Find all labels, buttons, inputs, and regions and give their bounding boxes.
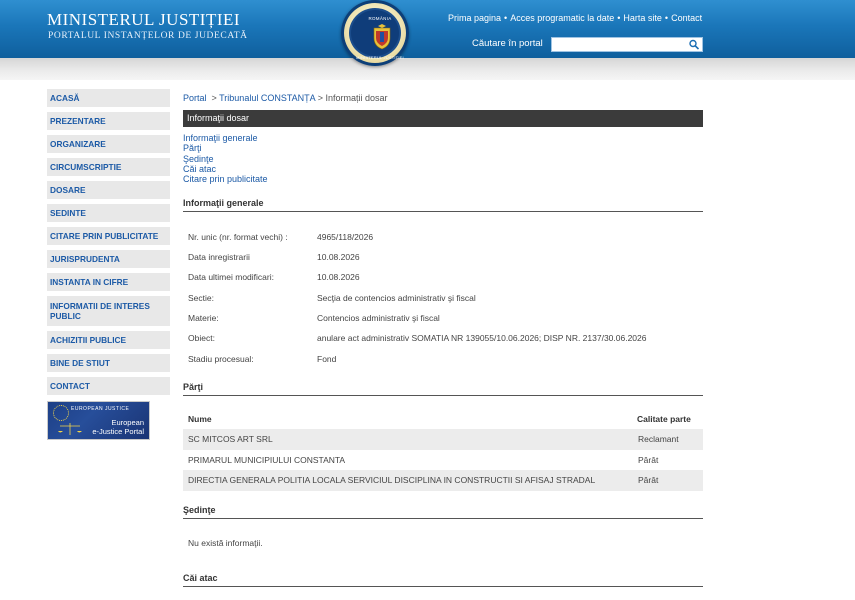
breadcrumb-current: Informații dosar bbox=[325, 93, 388, 103]
column-header-role: Calitate parte bbox=[637, 414, 691, 424]
sidebar-item-contact[interactable]: CONTACT bbox=[47, 377, 170, 396]
sedinte-empty-message: Nu există informaţii. bbox=[188, 538, 263, 548]
top-link-separator: • bbox=[664, 13, 669, 23]
breadcrumb-separator: > bbox=[317, 93, 323, 103]
sidebar-item-circumscriptie[interactable]: CIRCUMSCRIPTIE bbox=[47, 158, 170, 177]
info-value: anulare act administrativ SOMATIA NR 139… bbox=[317, 333, 647, 343]
breadcrumb-court[interactable]: Tribunalul CONSTANȚA bbox=[219, 93, 315, 103]
eu-stars-icon bbox=[53, 405, 69, 421]
section-heading-cai-atac: Căi atac bbox=[183, 573, 703, 587]
table-header: Nume Calitate parte bbox=[183, 409, 703, 429]
sidebar-item-acasa[interactable]: ACASĂ bbox=[47, 89, 170, 108]
page: MINISTERUL JUSTIȚIEI PORTALUL INSTANȚELO… bbox=[0, 0, 855, 600]
site-title[interactable]: MINISTERUL JUSTIȚIEI bbox=[47, 10, 240, 30]
top-link-sitemap[interactable]: Harta site bbox=[623, 13, 662, 23]
info-label: Stadiu procesual: bbox=[188, 354, 254, 364]
info-value: 10.08.2026 bbox=[317, 272, 360, 282]
party-role: Pârât bbox=[638, 475, 659, 485]
sidebar-item-citare[interactable]: CITARE PRIN PUBLICITATE bbox=[47, 227, 170, 246]
section-heading-general: Informaţii generale bbox=[183, 198, 703, 212]
sidebar-item-achizitii[interactable]: ACHIZITII PUBLICE bbox=[47, 331, 170, 350]
anchor-sedinte[interactable]: Şedinţe bbox=[183, 154, 268, 164]
sidebar-item-instanta-in-cifre[interactable]: INSTANTA IN CIFRE bbox=[47, 273, 170, 292]
top-links: Prima pagina • Acces programatic la date • H… bbox=[448, 13, 702, 23]
info-label: Data ultimei modificari: bbox=[188, 272, 274, 282]
top-link-separator: • bbox=[617, 13, 621, 23]
anchor-citare[interactable]: Citare prin publicitate bbox=[183, 174, 268, 184]
info-value: Secţia de contencios administrativ şi fi… bbox=[317, 293, 476, 303]
breadcrumb: Portal > Tribunalul CONSTANȚA > Informaț… bbox=[183, 93, 388, 103]
seal-top-text: ROMÂNIA bbox=[368, 16, 392, 21]
top-link-home[interactable]: Prima pagina bbox=[448, 13, 501, 23]
sidebar-item-prezentare[interactable]: PREZENTARE bbox=[47, 112, 170, 131]
header-shade bbox=[0, 58, 855, 80]
info-value: 4965/118/2026 bbox=[317, 232, 374, 242]
top-link-api[interactable]: Acces programatic la date bbox=[510, 13, 614, 23]
party-name: PRIMARUL MUNICIPIULUI CONSTANTA bbox=[188, 454, 346, 465]
ejustice-line1: European bbox=[111, 418, 144, 427]
column-header-name: Nume bbox=[188, 414, 212, 424]
ejustice-portal-banner[interactable]: EUROPEAN JUSTICE European e-Justice Port… bbox=[47, 401, 150, 440]
info-label: Data inregistrarii bbox=[188, 252, 250, 262]
top-link-contact[interactable]: Contact bbox=[671, 13, 702, 23]
seal-bottom-text: MINISTERUL JUSTIȚIEI bbox=[356, 55, 404, 60]
anchor-cai-atac[interactable]: Căi atac bbox=[183, 164, 268, 174]
info-label: Materie: bbox=[188, 313, 219, 323]
site-header: MINISTERUL JUSTIȚIEI PORTALUL INSTANȚELO… bbox=[0, 0, 855, 58]
info-label: Nr. unic (nr. format vechi) : bbox=[188, 232, 288, 242]
breadcrumb-portal[interactable]: Portal bbox=[183, 93, 207, 103]
ministry-seal-logo[interactable]: ROMÂNIA MINISTERUL JUSTIȚIEI bbox=[341, 0, 409, 66]
party-name: SC MITCOS ART SRL bbox=[188, 434, 273, 444]
info-value: Fond bbox=[317, 354, 337, 364]
ejustice-eu-label: EUROPEAN JUSTICE bbox=[71, 406, 130, 412]
section-anchor-links: Informaţii generale Părţi Şedinţe Căi at… bbox=[183, 133, 268, 184]
info-label: Sectie: bbox=[188, 293, 214, 303]
ejustice-line2: e-Justice Portal bbox=[92, 427, 144, 436]
sidebar-item-bine-de-stiut[interactable]: BINE DE STIUT bbox=[47, 354, 170, 373]
sidebar-item-dosare[interactable]: DOSARE bbox=[47, 181, 170, 200]
table-row: DIRECTIA GENERALA POLITIA LOCALA SERVICI… bbox=[183, 470, 703, 491]
panel-title: Informaţii dosar bbox=[183, 110, 703, 127]
table-row: SC MITCOS ART SRL Reclamant bbox=[183, 429, 703, 450]
parti-table: Nume Calitate parte SC MITCOS ART SRL Re… bbox=[183, 409, 703, 491]
anchor-parti[interactable]: Părţi bbox=[183, 143, 268, 153]
party-role: Reclamant bbox=[638, 434, 679, 444]
sidebar-item-sedinte[interactable]: SEDINTE bbox=[47, 204, 170, 223]
sidebar-item-interes-public[interactable]: INFORMATII DE INTERES PUBLIC bbox=[47, 296, 170, 327]
info-value: Contencios administrativ şi fiscal bbox=[317, 313, 440, 323]
sidebar-item-jurisprudenta[interactable]: JURISPRUDENTA bbox=[47, 250, 170, 269]
search-icon[interactable] bbox=[688, 39, 700, 50]
section-heading-parti: Părţi bbox=[183, 382, 703, 396]
search-label: Căutare în portal bbox=[472, 38, 543, 49]
party-role: Pârât bbox=[638, 454, 659, 465]
sidebar-item-organizare[interactable]: ORGANIZARE bbox=[47, 135, 170, 154]
search-input[interactable] bbox=[552, 38, 686, 51]
breadcrumb-separator: > bbox=[211, 93, 217, 103]
info-value: 10.08.2026 bbox=[317, 252, 360, 262]
table-row: PRIMARUL MUNICIPIULUI CONSTANTA Pârât bbox=[183, 450, 703, 471]
info-label: Obiect: bbox=[188, 333, 215, 343]
seal-ring: ROMÂNIA MINISTERUL JUSTIȚIEI bbox=[349, 8, 404, 60]
sidebar-nav: ACASĂ PREZENTARE ORGANIZARE CIRCUMSCRIPT… bbox=[47, 89, 170, 440]
anchor-informatii-generale[interactable]: Informaţii generale bbox=[183, 133, 268, 143]
section-heading-sedinte: Şedinţe bbox=[183, 505, 703, 519]
party-name: DIRECTIA GENERALA POLITIA LOCALA SERVICI… bbox=[188, 475, 596, 485]
scales-icon bbox=[58, 423, 82, 435]
top-link-separator: • bbox=[504, 13, 508, 23]
search-box bbox=[551, 37, 703, 52]
coat-of-arms-icon bbox=[373, 24, 391, 50]
site-subtitle: PORTALUL INSTANȚELOR DE JUDECATĂ bbox=[48, 31, 248, 41]
